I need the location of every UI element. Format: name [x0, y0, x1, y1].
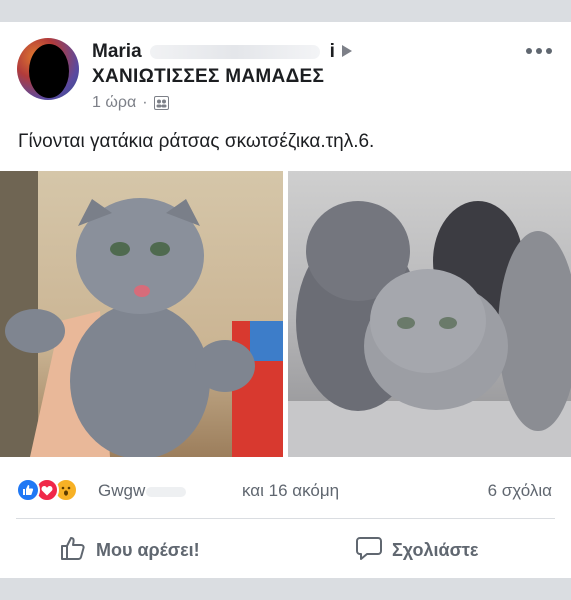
kitten-photo-2[interactable]: [288, 171, 571, 457]
reactions-count[interactable]: και 16 ακόμη: [242, 481, 339, 501]
group-name[interactable]: ΧΑΝΙΩΤΙΣΣΕΣ ΜΑΜΑΔΕΣ: [92, 66, 324, 88]
comment-button[interactable]: Σχολιάστε: [356, 528, 478, 572]
post-timestamp[interactable]: 1 ώρα: [92, 94, 136, 112]
feed-separator-bottom: [0, 578, 571, 600]
author-name[interactable]: Maria: [92, 41, 142, 63]
author-name-redaction: [149, 45, 320, 59]
group-audience-icon[interactable]: [153, 96, 169, 110]
more-options-icon[interactable]: [526, 44, 552, 58]
author-line: Maria i: [92, 40, 353, 64]
kitten-photo-1[interactable]: [0, 171, 283, 457]
feed-post: Maria i ΧΑΝΙΩΤΙΣΣΕΣ ΜΑΜΑΔΕΣ 1 ώρα · Γίνο…: [0, 22, 571, 578]
reaction-icons[interactable]: [16, 478, 78, 502]
post-text: Γίνονται γατάκια ράτσας σκωτσέζικα.τηλ.6…: [18, 131, 375, 152]
avatar-redaction: [29, 44, 69, 98]
like-button[interactable]: Μου αρέσει!: [60, 528, 200, 572]
divider: [16, 518, 555, 519]
arrow-right-icon: [341, 44, 353, 61]
photo-grid: [0, 171, 571, 457]
comments-count[interactable]: 6 σχόλια: [488, 481, 552, 501]
like-button-label: Μου αρέσει!: [96, 539, 200, 560]
comment-icon: [356, 535, 392, 566]
reactor-redaction: [146, 487, 186, 497]
action-bar: Μου αρέσει! Σχολιάστε: [0, 528, 571, 572]
meta-separator: ·: [142, 94, 148, 111]
reactions-bar: Gwgw και 16 ακόμη 6 σχόλια: [16, 478, 556, 504]
like-reaction-icon: [16, 478, 40, 502]
author-avatar[interactable]: [17, 38, 79, 100]
post-meta: 1 ώρα ·: [92, 94, 169, 112]
feed-separator-top: [0, 0, 571, 22]
reactor-name[interactable]: Gwgw: [98, 481, 145, 501]
post-header: Maria i ΧΑΝΙΩΤΙΣΣΕΣ ΜΑΜΑΔΕΣ 1 ώρα ·: [0, 22, 571, 118]
author-name-tail[interactable]: i: [330, 41, 335, 63]
comment-button-label: Σχολιάστε: [392, 539, 479, 560]
thumbs-up-icon: [60, 535, 96, 566]
